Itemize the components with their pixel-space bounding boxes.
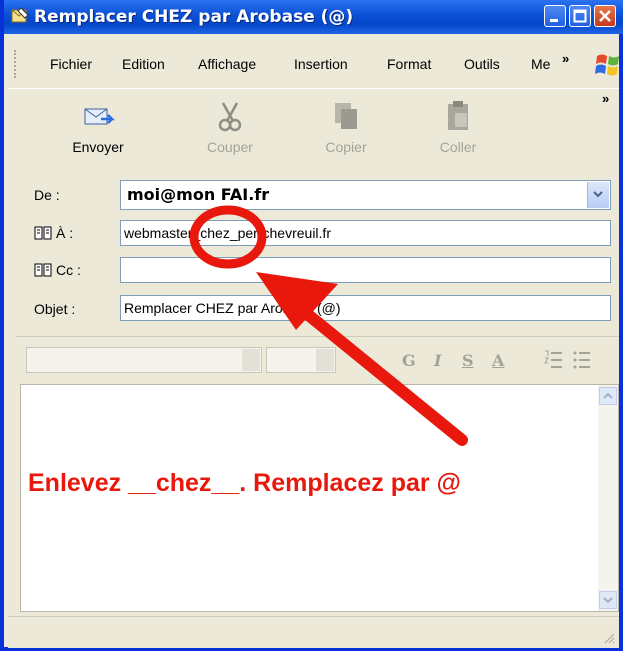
resize-grip-icon[interactable]	[603, 632, 615, 644]
title-bar[interactable]: Remplacer CHEZ par Arobase (@)	[4, 0, 623, 34]
from-label: De :	[34, 187, 60, 203]
close-button[interactable]	[594, 5, 616, 27]
bullet-list-icon[interactable]	[572, 349, 592, 371]
close-icon	[599, 10, 611, 22]
to-field[interactable]: webmaster_chez_per-chevreuil.fr	[120, 220, 611, 246]
chevron-down-icon	[316, 349, 334, 371]
from-dropdown-button[interactable]	[587, 182, 609, 208]
menu-message[interactable]: Me	[531, 56, 550, 72]
from-account-select[interactable]: moi@mon FAI.fr	[120, 180, 611, 210]
copy-icon	[335, 103, 357, 129]
chevron-up-icon	[603, 392, 613, 399]
bold-button[interactable]: G	[402, 351, 416, 370]
scroll-down-button[interactable]	[599, 591, 617, 609]
windows-logo-icon	[595, 54, 619, 76]
underline-button[interactable]: S	[462, 351, 474, 370]
copy-label: Copier	[325, 139, 367, 155]
from-value: moi@mon FAI.fr	[127, 185, 270, 204]
minimize-button[interactable]	[544, 5, 566, 27]
font-size-select[interactable]	[266, 347, 336, 373]
formatting-toolbar: G I S A	[16, 336, 619, 385]
menu-format[interactable]: Format	[387, 56, 431, 72]
address-book-icon[interactable]	[34, 263, 52, 277]
menu-insertion[interactable]: Insertion	[294, 56, 348, 72]
chevron-down-icon	[242, 349, 260, 371]
menu-overflow-chevron[interactable]: »	[562, 51, 569, 66]
paste-label: Coller	[439, 139, 477, 155]
send-label: Envoyer	[72, 139, 124, 155]
copy-button[interactable]: Copier	[306, 99, 386, 163]
paste-icon	[448, 101, 468, 130]
menu-outils[interactable]: Outils	[464, 56, 500, 72]
numbered-list-icon[interactable]	[544, 349, 564, 371]
menu-affichage[interactable]: Affichage	[198, 56, 256, 72]
font-color-button[interactable]: A	[492, 351, 504, 370]
subject-value: Remplacer CHEZ par Arobase (@)	[124, 300, 341, 316]
scissors-icon	[218, 102, 242, 132]
to-label: À :	[56, 225, 74, 241]
status-bar	[8, 616, 619, 648]
maximize-icon	[573, 9, 587, 23]
vertical-scrollbar[interactable]	[598, 385, 618, 611]
italic-button[interactable]: I	[434, 351, 441, 370]
scroll-up-button[interactable]	[599, 387, 617, 405]
send-button[interactable]: Envoyer	[58, 99, 138, 163]
subject-label: Objet :	[34, 301, 76, 317]
font-family-select[interactable]	[26, 347, 262, 373]
cut-label: Couper	[207, 139, 253, 155]
send-icon	[84, 108, 115, 125]
address-book-icon[interactable]	[34, 226, 52, 240]
paste-button[interactable]: Coller	[418, 99, 498, 163]
mail-compose-icon	[11, 7, 29, 23]
cut-button[interactable]: Couper	[190, 99, 270, 163]
maximize-button[interactable]	[569, 5, 591, 27]
minimize-icon	[550, 19, 558, 22]
standard-toolbar: Envoyer Couper Copier Coller »	[8, 88, 619, 169]
menu-fichier[interactable]: Fichier	[50, 56, 92, 72]
annotation-instruction-text: Enlevez __chez__. Remplacez par @	[28, 469, 461, 497]
message-body-editor[interactable]	[20, 384, 619, 612]
window-title: Remplacer CHEZ par Arobase (@)	[34, 7, 354, 27]
mail-window: Remplacer CHEZ par Arobase (@) Fichier E…	[0, 0, 623, 651]
cc-label: Cc :	[56, 262, 81, 278]
chevron-down-icon	[593, 191, 603, 198]
subject-field[interactable]: Remplacer CHEZ par Arobase (@)	[120, 295, 611, 321]
chevron-down-icon	[603, 597, 613, 604]
cc-field[interactable]	[120, 257, 611, 283]
toolbar-overflow-chevron[interactable]: »	[602, 91, 609, 106]
menu-edition[interactable]: Edition	[122, 56, 165, 72]
to-value: webmaster_chez_per-chevreuil.fr	[124, 225, 331, 241]
menu-bar: Fichier Edition Affichage Insertion Form…	[8, 48, 619, 82]
